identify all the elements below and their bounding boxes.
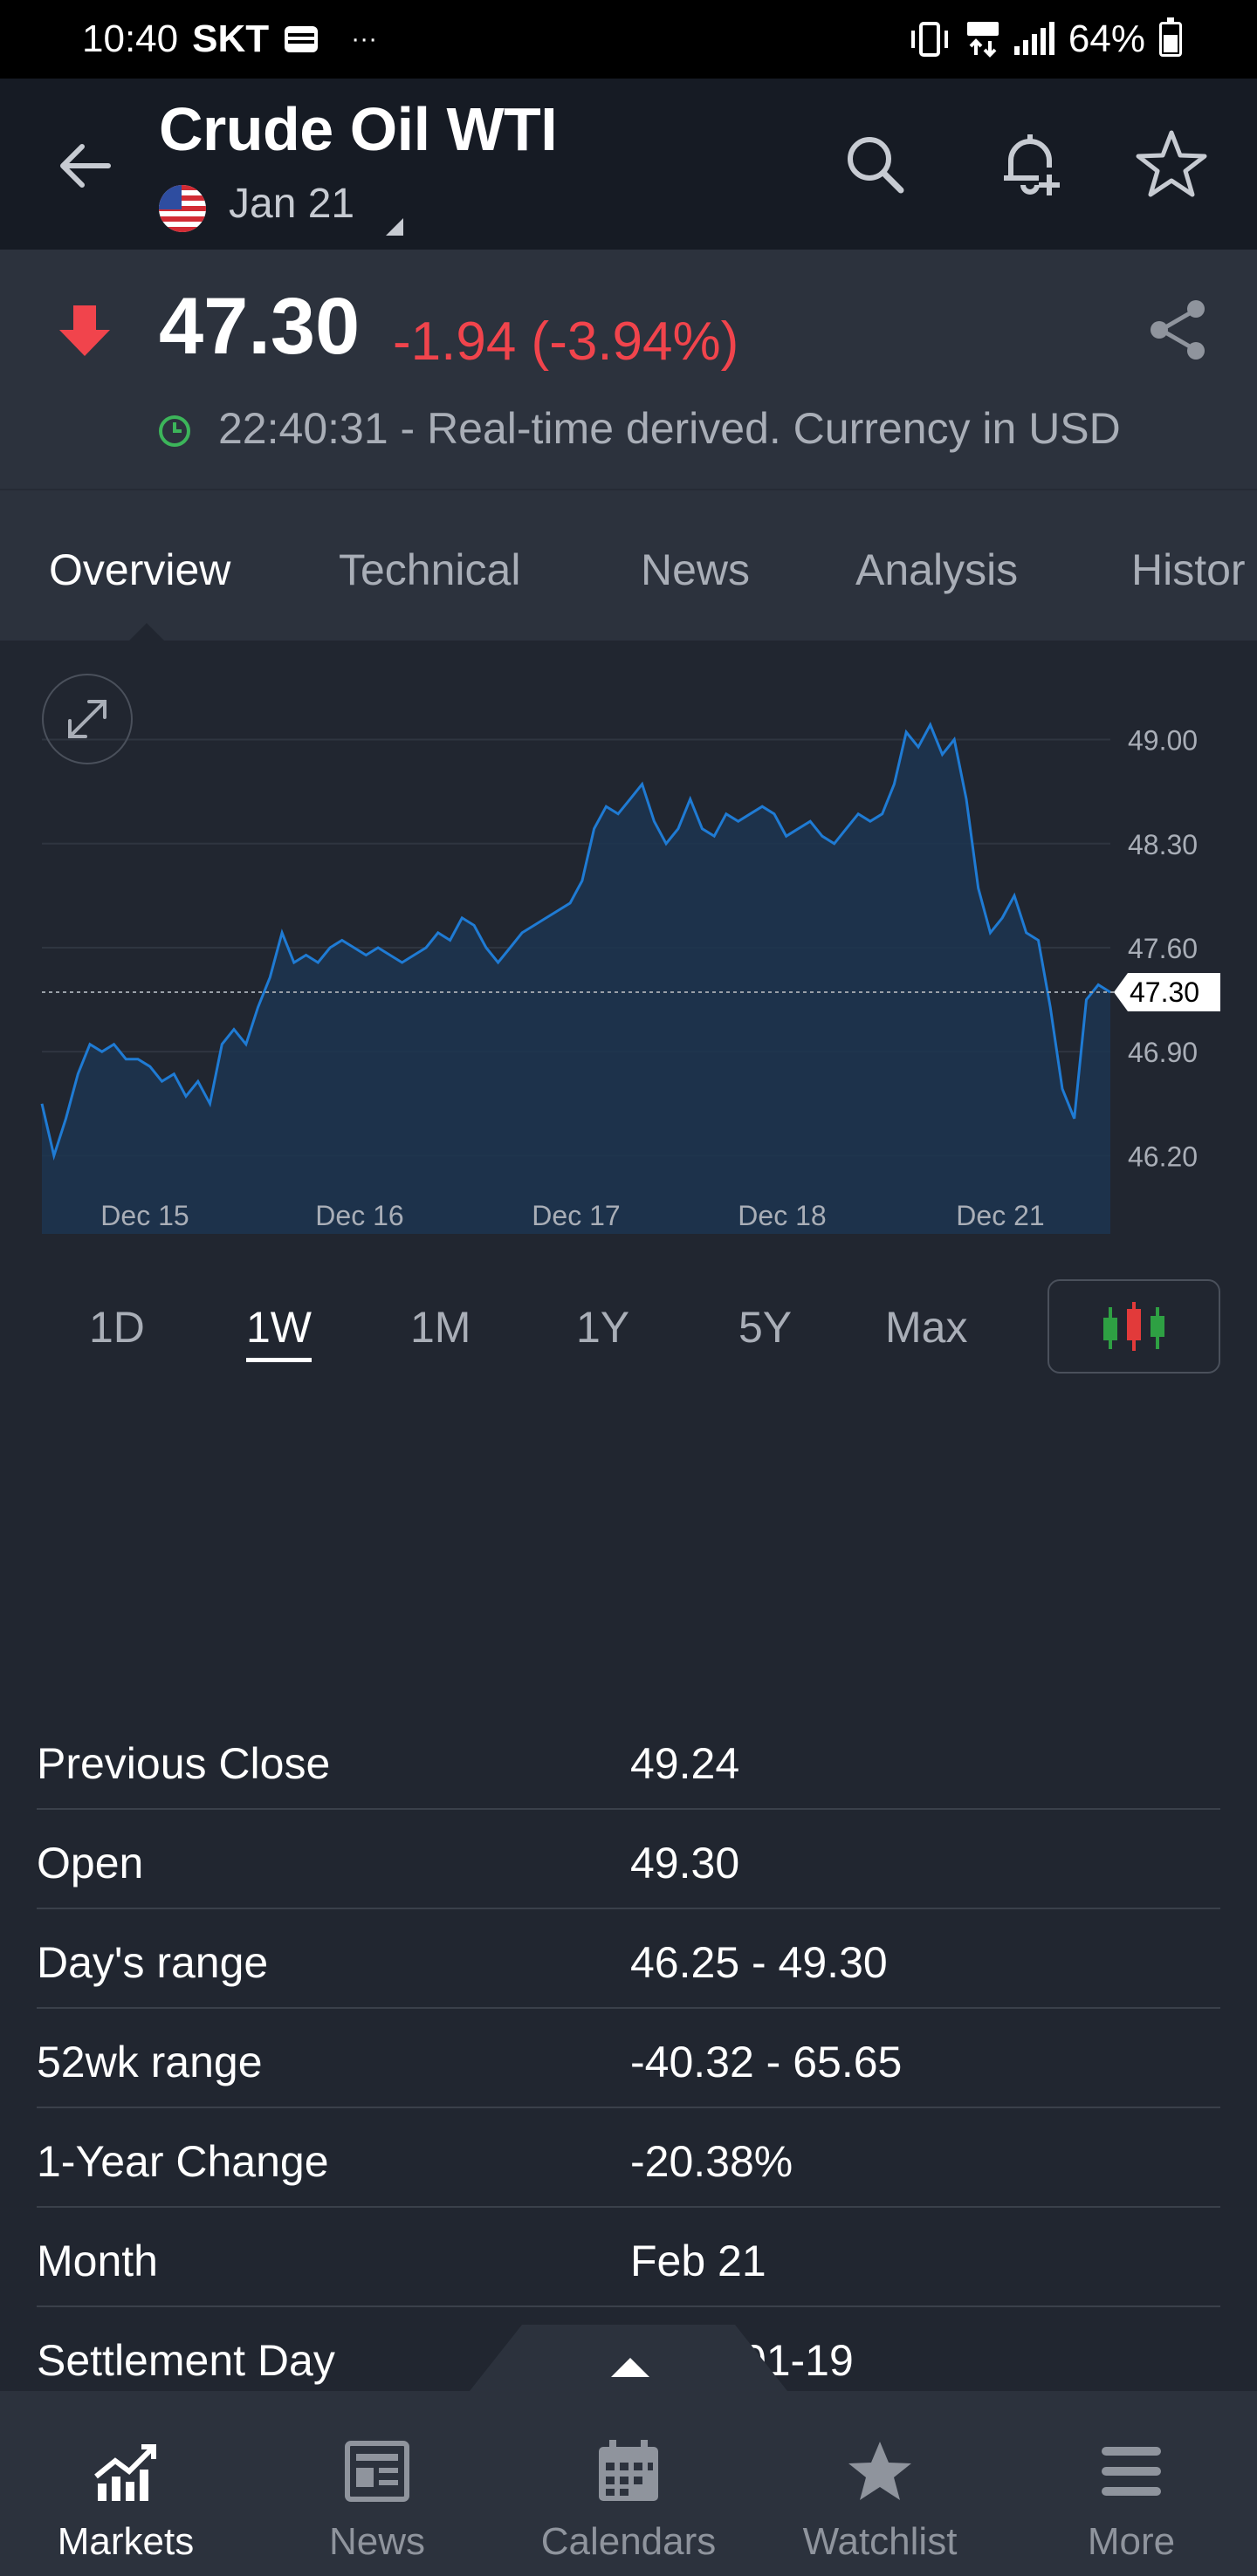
nav-label: News (328, 2520, 426, 2563)
realtime-note: 22:40:31 - Real-time derived. Currency i… (218, 404, 1121, 453)
nav-label: More (1087, 2520, 1176, 2563)
stat-row-previous-close: Previous Close 49.24 (37, 1710, 1220, 1810)
stat-label: Day's range (37, 1938, 269, 1987)
markets-icon (94, 2444, 156, 2501)
current-price-label: 47.30 (1130, 976, 1199, 1008)
bottom-nav: Markets News Calendars Watchlist More (0, 2391, 1257, 2576)
menu-icon (1102, 2447, 1161, 2496)
current-price-tag: 47.30 (1114, 973, 1220, 1012)
candlestick-icon (1103, 1302, 1164, 1351)
nav-label: Markets (57, 2520, 195, 2563)
range-1d[interactable]: 1D (89, 1302, 145, 1353)
clock-icon (159, 415, 190, 447)
x-tick-label: Dec 15 (100, 1200, 189, 1231)
range-1y[interactable]: 1Y (576, 1302, 629, 1353)
status-carrier: SKT (192, 17, 270, 60)
y-tick-label: 46.90 (1128, 1037, 1198, 1068)
nav-watchlist[interactable]: Watchlist (754, 2391, 1006, 2576)
tab-news[interactable]: News (641, 545, 750, 595)
add-alert-icon[interactable] (990, 124, 1070, 204)
contract-month-selector[interactable]: Jan 21 (229, 180, 354, 228)
y-tick-label: 49.00 (1128, 725, 1198, 757)
tab-historical[interactable]: Histor (1131, 545, 1246, 595)
instrument-title: Crude Oil WTI (159, 95, 558, 163)
stat-label: 1-Year Change (37, 2137, 329, 2186)
stat-value: -40.32 - 65.65 (630, 2038, 903, 2086)
nav-label: Watchlist (802, 2520, 958, 2563)
stat-row-month: Month Feb 21 (37, 2208, 1220, 2307)
stat-row-52wk-range: 52wk range -40.32 - 65.65 (37, 2009, 1220, 2108)
price-panel: 47.30 -1.94 (-3.94%) 22:40:31 - Real-tim… (0, 250, 1257, 489)
y-tick-label: 47.60 (1128, 933, 1198, 964)
star-icon[interactable] (1131, 124, 1212, 204)
tab-overview[interactable]: Overview (49, 545, 230, 595)
us-flag-icon (159, 185, 206, 232)
stats-table: Previous Close 49.24 Open 49.30 Day's ra… (37, 1710, 1220, 2407)
stat-label: Settlement Day (37, 2336, 335, 2385)
price-chart[interactable]: 49.00 48.30 47.60 46.90 46.20 Dec 15 Dec 16 De… (0, 639, 1257, 1241)
star-icon (848, 2442, 911, 2500)
status-more-dots: ··· (351, 24, 378, 53)
tab-technical[interactable]: Technical (339, 545, 520, 595)
stat-value: 49.30 (630, 1839, 740, 1887)
range-max[interactable]: Max (885, 1302, 967, 1353)
search-icon[interactable] (835, 124, 915, 204)
dropdown-triangle-icon[interactable] (386, 218, 403, 236)
nav-news[interactable]: News (251, 2391, 503, 2576)
chart-area-fill (42, 724, 1110, 1234)
nav-label: Calendars (540, 2520, 717, 2563)
nav-more[interactable]: More (1006, 2391, 1257, 2576)
range-1m[interactable]: 1M (410, 1302, 471, 1353)
price-change: -1.94 (-3.94%) (393, 312, 739, 372)
stat-label: Previous Close (37, 1739, 331, 1788)
signal-icon (1013, 22, 1054, 55)
candlestick-toggle-button[interactable] (1048, 1279, 1220, 1374)
share-icon[interactable] (1144, 295, 1213, 365)
stat-row-days-range: Day's range 46.25 - 49.30 (37, 1909, 1220, 2009)
stat-label: Month (37, 2237, 158, 2285)
stat-value: -20.38% (630, 2137, 793, 2186)
chevron-up-icon[interactable] (611, 2358, 649, 2377)
tabs-bar: Overview Technical News Analysis Histor (0, 489, 1257, 641)
stat-value: 46.25 - 49.30 (630, 1938, 888, 1987)
lte-icon (966, 22, 999, 58)
expand-chart-button[interactable] (42, 674, 133, 764)
time-range-selector: 1D 1W 1M 1Y 5Y Max (0, 1276, 1257, 1380)
nav-markets[interactable]: Markets (0, 2391, 251, 2576)
expand-icon (68, 700, 106, 738)
back-arrow-icon[interactable] (51, 131, 120, 201)
battery-percent: 64% (1068, 17, 1145, 60)
stat-value: Feb 21 (630, 2237, 766, 2285)
battery-icon (1159, 17, 1182, 57)
y-tick-label: 46.20 (1128, 1141, 1198, 1172)
vibrate-icon (910, 22, 948, 57)
active-tab-pointer (129, 623, 164, 641)
app-header: Crude Oil WTI Jan 21 (0, 79, 1257, 250)
wallet-icon (285, 26, 319, 52)
x-tick-label: Dec 18 (738, 1200, 826, 1231)
range-5y[interactable]: 5Y (738, 1302, 792, 1353)
stat-label: Open (37, 1839, 144, 1887)
status-bar: 10:40 SKT ··· 64% (0, 0, 1257, 79)
stat-value: 49.24 (630, 1739, 740, 1788)
chart-svg: 49.00 48.30 47.60 46.90 46.20 Dec 15 Dec 16 De… (40, 721, 1220, 1234)
x-tick-label: Dec 17 (532, 1200, 620, 1231)
stat-row-1-year-change: 1-Year Change -20.38% (37, 2108, 1220, 2208)
stat-label: 52wk range (37, 2038, 263, 2086)
calendar-icon (599, 2440, 658, 2501)
news-icon (345, 2441, 409, 2502)
x-tick-label: Dec 21 (956, 1200, 1044, 1231)
down-arrow-icon (59, 305, 110, 356)
last-price: 47.30 (159, 282, 361, 371)
x-tick-label: Dec 16 (315, 1200, 403, 1231)
tab-analysis[interactable]: Analysis (855, 545, 1018, 595)
range-1w[interactable]: 1W (246, 1302, 312, 1362)
y-tick-label: 48.30 (1128, 829, 1198, 860)
status-time: 10:40 (82, 17, 179, 60)
stat-row-open: Open 49.30 (37, 1810, 1220, 1909)
nav-calendars[interactable]: Calendars (503, 2391, 754, 2576)
